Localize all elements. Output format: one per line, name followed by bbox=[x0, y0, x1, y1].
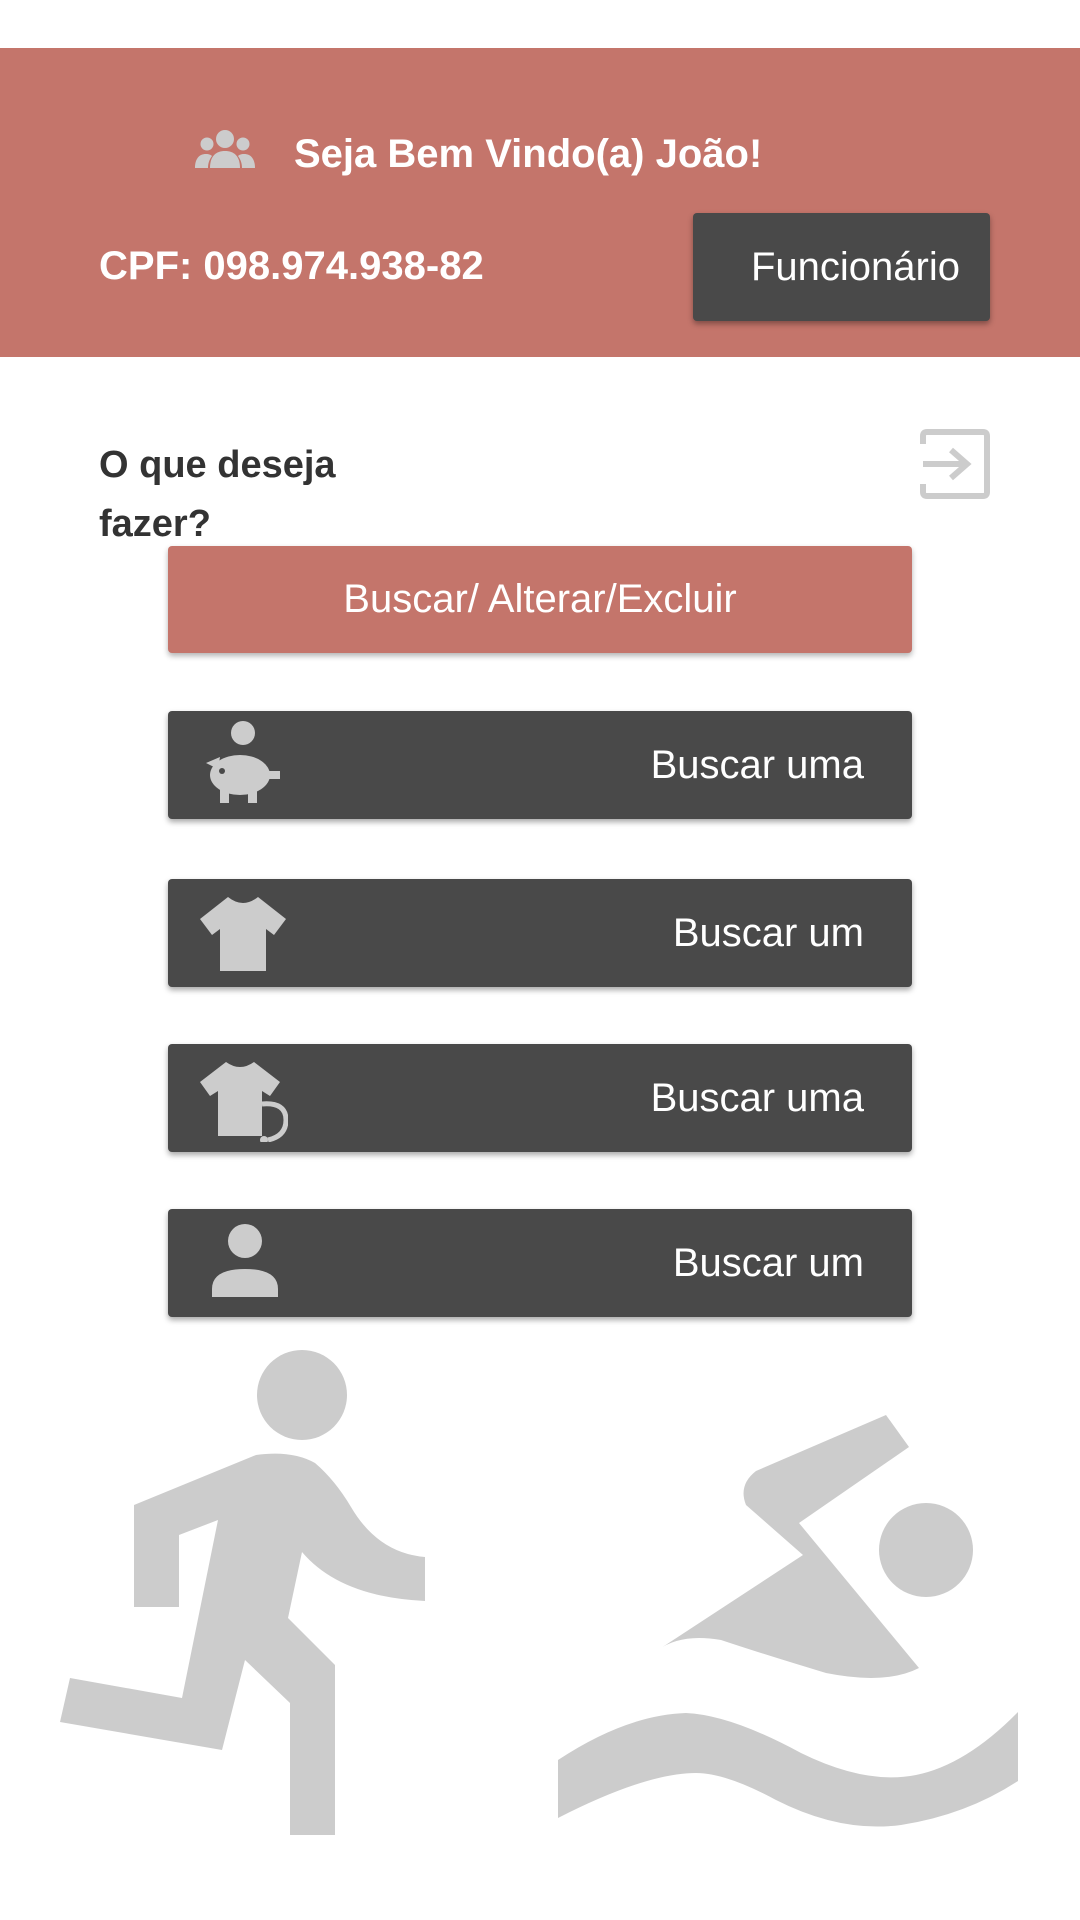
search-client-button[interactable]: Buscar um bbox=[168, 1209, 912, 1317]
welcome-message: Seja Bem Vindo(a) João! bbox=[294, 132, 763, 176]
users-icon bbox=[195, 130, 255, 168]
piggy-bank-icon bbox=[206, 721, 280, 803]
header: Seja Bem Vindo(a) João! CPF: 098.974.938… bbox=[0, 48, 1080, 357]
cpf-label: CPF: 098.974.938-82 bbox=[99, 244, 484, 288]
person-icon bbox=[212, 1224, 278, 1297]
page-question: O que deseja fazer? bbox=[99, 444, 336, 545]
role-button[interactable]: Funcionário bbox=[693, 213, 990, 321]
action-label: Buscar um bbox=[672, 910, 864, 955]
tshirt-tag-icon bbox=[200, 1062, 288, 1142]
logout-icon[interactable] bbox=[919, 428, 991, 500]
search-savings-button[interactable]: Buscar uma bbox=[168, 711, 912, 819]
search-alter-delete-button[interactable]: Buscar/ Alterar/Excluir bbox=[168, 546, 912, 653]
running-person-icon bbox=[60, 1350, 425, 1835]
swimmer-icon bbox=[558, 1415, 1018, 1827]
app-screen: Seja Bem Vindo(a) João! CPF: 098.974.938… bbox=[0, 0, 1080, 1920]
action-label: Buscar uma bbox=[650, 1075, 864, 1120]
action-label: Buscar uma bbox=[650, 742, 864, 787]
search-product-button[interactable]: Buscar um bbox=[168, 879, 912, 987]
action-label: Buscar um bbox=[672, 1240, 864, 1285]
tshirt-icon bbox=[200, 897, 286, 971]
search-sale-button[interactable]: Buscar uma bbox=[168, 1044, 912, 1152]
